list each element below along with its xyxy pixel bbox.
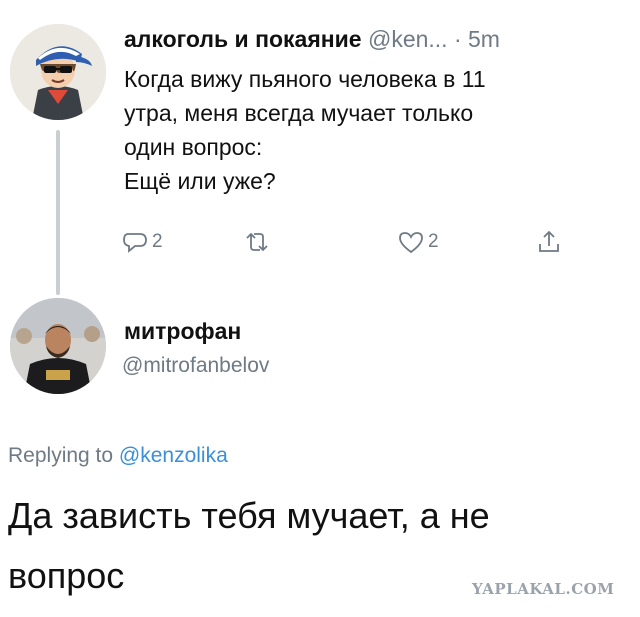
tweet-text-line: один вопрос: [124,134,263,160]
reply-icon [123,233,147,253]
replying-to-link[interactable]: @kenzolika [119,444,228,467]
tweet-text-line: Ещё или уже? [124,168,276,194]
avatar-cartoon-boy-image [10,24,106,120]
thread-line [56,130,60,295]
author-name[interactable]: алкоголь и покаяние [124,26,362,52]
share-icon [539,230,559,252]
like-button[interactable]: 2 [396,224,439,260]
tweet-header: алкоголь и покаяние @ken... · 5m [124,26,500,53]
like-count: 2 [428,231,439,252]
retweet-button[interactable] [242,224,272,260]
replying-to: Replying to @kenzolika [8,444,228,468]
watermark: YAPLAKAL.COM [472,580,615,598]
replying-prefix: Replying to [8,444,114,467]
avatar-photo-man-image [10,298,106,394]
retweet-icon [246,232,268,252]
reply-button[interactable]: 2 [120,224,163,260]
author-handle[interactable]: @mitrofanbelov [122,354,269,378]
tweet-original: алкоголь и покаяние @ken... · 5m Когда в… [0,0,640,300]
share-button[interactable] [534,224,564,260]
tweet-time[interactable]: · 5m [454,26,500,52]
tweet-text: Когда вижу пьяного человека в 11 утра, м… [124,62,594,198]
like-icon [399,232,423,254]
tweet-actions: 2 2 [120,224,590,264]
reply-count: 2 [152,231,163,252]
tweet-text-line: утра, меня всегда мучает только [124,100,474,126]
avatar[interactable] [10,298,106,394]
tweet-text-line: Когда вижу пьяного человека в 11 [124,66,486,92]
author-handle[interactable]: @ken... [368,26,448,52]
reply-text-line: Да зависть тебя мучает, а не [8,495,490,536]
author-name[interactable]: митрофан [124,318,241,345]
avatar[interactable] [10,24,106,120]
